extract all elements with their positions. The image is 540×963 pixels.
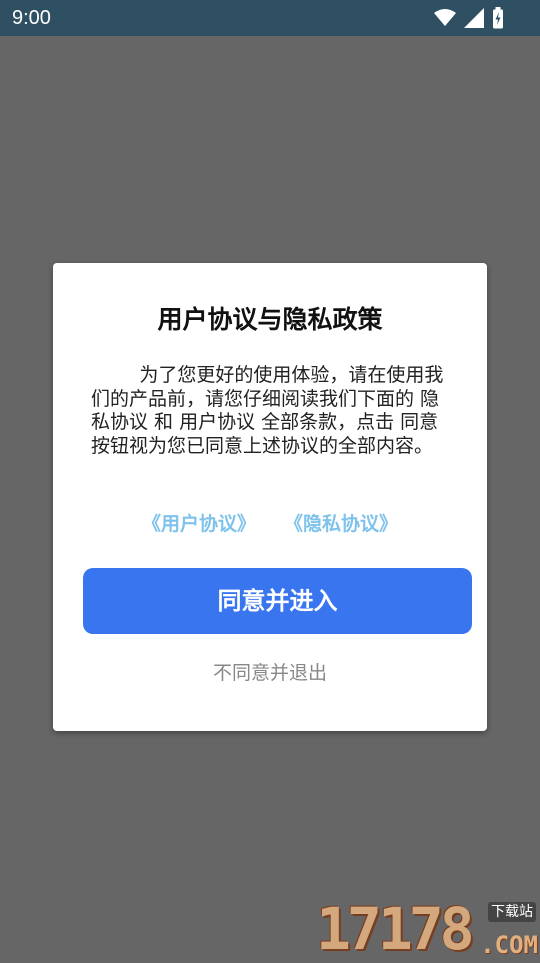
status-icons [434,7,504,29]
watermark-digits: 17178 [316,895,475,963]
watermark-label: 下载站 [488,902,536,922]
battery-charging-icon [492,7,504,29]
dialog-body-text: 为了您更好的使用体验，请在使用我们的产品前，请您仔细阅读我们下面的 隐私协议 和… [91,364,445,457]
signal-icon [464,8,484,28]
wifi-icon [434,9,456,27]
dialog-title: 用户协议与隐私政策 [157,305,383,334]
agree-and-enter-button[interactable]: 同意并进入 [83,568,472,634]
privacy-dialog: 用户协议与隐私政策 为了您更好的使用体验，请在使用我们的产品前，请您仔细阅读我们… [53,263,487,731]
privacy-agreement-link[interactable]: 《隐私协议》 [284,513,398,535]
agreement-links: 《用户协议》 《隐私协议》 [53,511,487,537]
disagree-and-exit-button[interactable]: 不同意并退出 [53,660,487,686]
status-time: 9:00 [12,7,51,29]
site-watermark-logo: 17178 下载站 .COM [316,898,540,960]
watermark-domain: .COM [480,931,538,959]
status-bar: 9:00 [0,0,540,36]
user-agreement-link[interactable]: 《用户协议》 [142,513,256,535]
